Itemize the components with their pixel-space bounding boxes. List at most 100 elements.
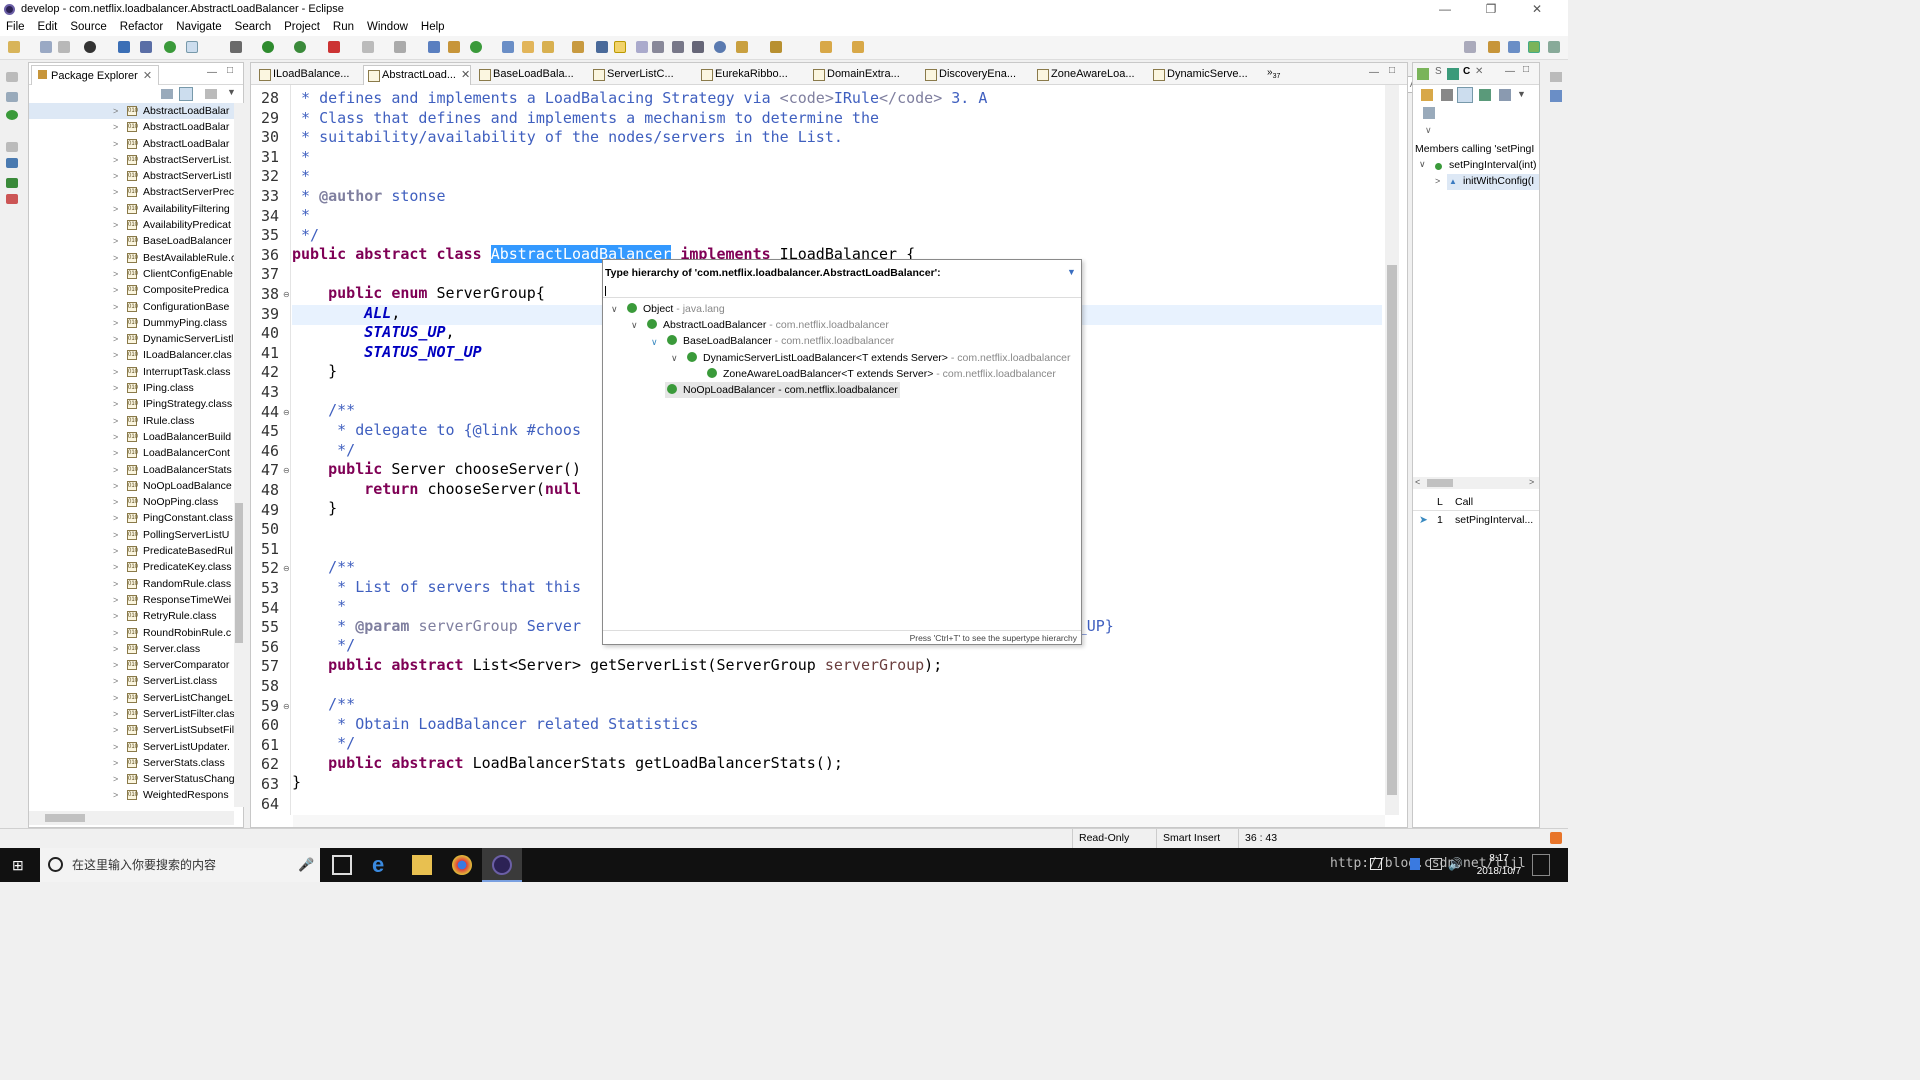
- expand-chevron-icon[interactable]: >: [113, 543, 118, 559]
- expand-chevron-icon[interactable]: >: [113, 510, 118, 526]
- expand-chevron-icon[interactable]: >: [113, 673, 118, 689]
- expand-chevron-icon[interactable]: >: [113, 152, 118, 168]
- cancel-search-icon[interactable]: [1441, 89, 1453, 101]
- expand-chevron-icon[interactable]: >: [113, 282, 118, 298]
- server-icon[interactable]: [362, 41, 374, 53]
- open-type-icon[interactable]: [502, 41, 514, 53]
- build-icon[interactable]: [230, 41, 242, 53]
- outline-tab-label[interactable]: S: [1435, 66, 1442, 77]
- package-explorer-item[interactable]: >010 LoadBalancerCont: [29, 445, 234, 461]
- console-icon[interactable]: [6, 158, 18, 168]
- debug-icon[interactable]: [84, 41, 96, 53]
- java-perspective-icon[interactable]: [1528, 41, 1540, 53]
- eclipse-taskbar-button[interactable]: [482, 848, 522, 882]
- expand-chevron-icon[interactable]: >: [113, 771, 118, 787]
- package-explorer-item[interactable]: >010 RoundRobinRule.c: [29, 625, 234, 641]
- package-explorer-item[interactable]: >010 ServerComparator: [29, 657, 234, 673]
- close-icon[interactable]: ✕: [143, 70, 152, 82]
- expand-chevron-icon[interactable]: >: [113, 103, 118, 119]
- expand-chevron-icon[interactable]: >: [113, 396, 118, 412]
- expand-chevron-icon[interactable]: ∨: [631, 320, 638, 331]
- package-explorer-item[interactable]: >010 AbstractServerList.: [29, 152, 234, 168]
- package-explorer-item[interactable]: >010 AbstractLoadBalar: [29, 136, 234, 152]
- expand-chevron-icon[interactable]: >: [113, 119, 118, 135]
- package-explorer-item[interactable]: >010 WeightedRespons: [29, 787, 234, 803]
- package-explorer-item[interactable]: >010 DummyPing.class: [29, 315, 234, 331]
- servers-icon[interactable]: [6, 178, 18, 188]
- expand-chevron-icon[interactable]: >: [113, 315, 118, 331]
- hierarchy-node-nooploadbalancer[interactable]: NoOpLoadBalancer - com.netflix.loadbalan…: [665, 382, 900, 398]
- external-tools-icon[interactable]: [328, 41, 340, 53]
- call-hierarchy-icon[interactable]: [1447, 68, 1459, 80]
- show-callees-icon[interactable]: [1479, 89, 1491, 101]
- hierarchy-node-abstractloadbalancer[interactable]: AbstractLoadBalancer - com.netflix.loadb…: [647, 317, 889, 333]
- package-explorer-item[interactable]: >010 IPingStrategy.class: [29, 396, 234, 412]
- expand-chevron-icon[interactable]: >: [113, 527, 118, 543]
- maximize-button[interactable]: ❐: [1468, 0, 1514, 18]
- package-explorer-hscrollbar[interactable]: [29, 811, 234, 825]
- annotation-icon[interactable]: [596, 41, 608, 53]
- prev-annotation-icon[interactable]: [770, 41, 782, 53]
- package-explorer-item[interactable]: >010 PollingServerListU: [29, 527, 234, 543]
- package-explorer-item[interactable]: >010 BestAvailableRule.c: [29, 250, 234, 266]
- package-explorer-item[interactable]: >010 CompositePredica: [29, 282, 234, 298]
- expand-chevron-icon[interactable]: >: [113, 690, 118, 706]
- expand-chevron-icon[interactable]: >: [113, 787, 118, 803]
- package-explorer-item[interactable]: >010 DynamicServerListl: [29, 331, 234, 347]
- editor-hscrollbar[interactable]: [293, 815, 1385, 827]
- defender-icon[interactable]: [1410, 858, 1420, 870]
- hierarchy-node-dynamicserverlistloadbalancer[interactable]: DynamicServerListLoadBalancer<T extends …: [687, 350, 1071, 366]
- expand-chevron-icon[interactable]: >: [113, 136, 118, 152]
- maximize-icon[interactable]: □: [227, 65, 233, 76]
- expand-chevron-icon[interactable]: >: [113, 413, 118, 429]
- expand-chevron-icon[interactable]: >: [113, 641, 118, 657]
- hierarchy-node-object[interactable]: Object - java.lang: [627, 301, 725, 317]
- tab-zoneawareloadbalancer[interactable]: ZoneAwareLoa...: [1033, 65, 1135, 85]
- package-explorer-item[interactable]: >010 LoadBalancerBuild: [29, 429, 234, 445]
- expand-chevron-icon[interactable]: >: [113, 331, 118, 347]
- new-package-icon[interactable]: [448, 41, 460, 53]
- tab-eurekaribbon[interactable]: EurekaRibbo...: [697, 65, 788, 85]
- package-explorer-item[interactable]: >010 ClientConfigEnable: [29, 266, 234, 282]
- package-explorer-item[interactable]: >010 LoadBalancerStats: [29, 462, 234, 478]
- package-explorer-item[interactable]: >010 AvailabilityPredicat: [29, 217, 234, 233]
- chrome-icon[interactable]: [452, 855, 472, 875]
- package-explorer-item[interactable]: >010 ResponseTimeWei: [29, 592, 234, 608]
- package-explorer-item[interactable]: >010 NoOpPing.class: [29, 494, 234, 510]
- package-explorer-item[interactable]: >010 ConfigurationBase: [29, 299, 234, 315]
- expand-chevron-icon[interactable]: >: [113, 625, 118, 641]
- menu-refactor[interactable]: Refactor: [120, 21, 163, 33]
- terminal-icon[interactable]: [118, 41, 130, 53]
- expand-chevron-icon[interactable]: >: [113, 380, 118, 396]
- minimize-icon[interactable]: —: [207, 67, 217, 78]
- close-icon[interactable]: ✕: [1475, 66, 1483, 77]
- package-explorer-item[interactable]: >010 Server.class: [29, 641, 234, 657]
- package-explorer-item[interactable]: >010 NoOpLoadBalance: [29, 478, 234, 494]
- pin-editor-icon[interactable]: [692, 41, 704, 53]
- tab-discoveryenabled[interactable]: DiscoveryEna...: [921, 65, 1016, 85]
- expand-chevron-icon[interactable]: >: [113, 233, 118, 249]
- tab-abstractloadbalancer[interactable]: AbstractLoad... ✕: [363, 65, 471, 85]
- edge-icon[interactable]: e: [372, 854, 392, 876]
- scroll-left-icon[interactable]: <: [1415, 477, 1420, 487]
- file-explorer-icon[interactable]: [412, 855, 432, 875]
- toggle-mark-icon[interactable]: [186, 41, 198, 53]
- system-clock[interactable]: 8:17 2018/10/7: [1474, 852, 1524, 878]
- expand-chevron-icon[interactable]: >: [113, 266, 118, 282]
- package-explorer-item[interactable]: >010 ServerListUpdater.: [29, 739, 234, 755]
- debug-perspective-icon[interactable]: [1508, 41, 1520, 53]
- history-icon[interactable]: [1499, 89, 1511, 101]
- expand-chevron-icon[interactable]: >: [113, 184, 118, 200]
- expand-chevron-icon[interactable]: >: [113, 576, 118, 592]
- menu-navigate[interactable]: Navigate: [176, 21, 221, 33]
- package-explorer-item[interactable]: >010 RandomRule.class: [29, 576, 234, 592]
- tab-dynamicserver[interactable]: DynamicServe...: [1149, 65, 1248, 85]
- menu-run[interactable]: Run: [333, 21, 354, 33]
- problems-icon[interactable]: [6, 194, 18, 204]
- expand-chevron-icon[interactable]: >: [113, 657, 118, 673]
- expand-chevron-icon[interactable]: ∨: [1419, 159, 1426, 170]
- menu-file[interactable]: File: [6, 21, 25, 33]
- search-task-icon[interactable]: [542, 41, 554, 53]
- call-tree-item-setpinginterval[interactable]: setPingInterval(int): [1449, 159, 1537, 171]
- expand-chevron-icon[interactable]: >: [113, 494, 118, 510]
